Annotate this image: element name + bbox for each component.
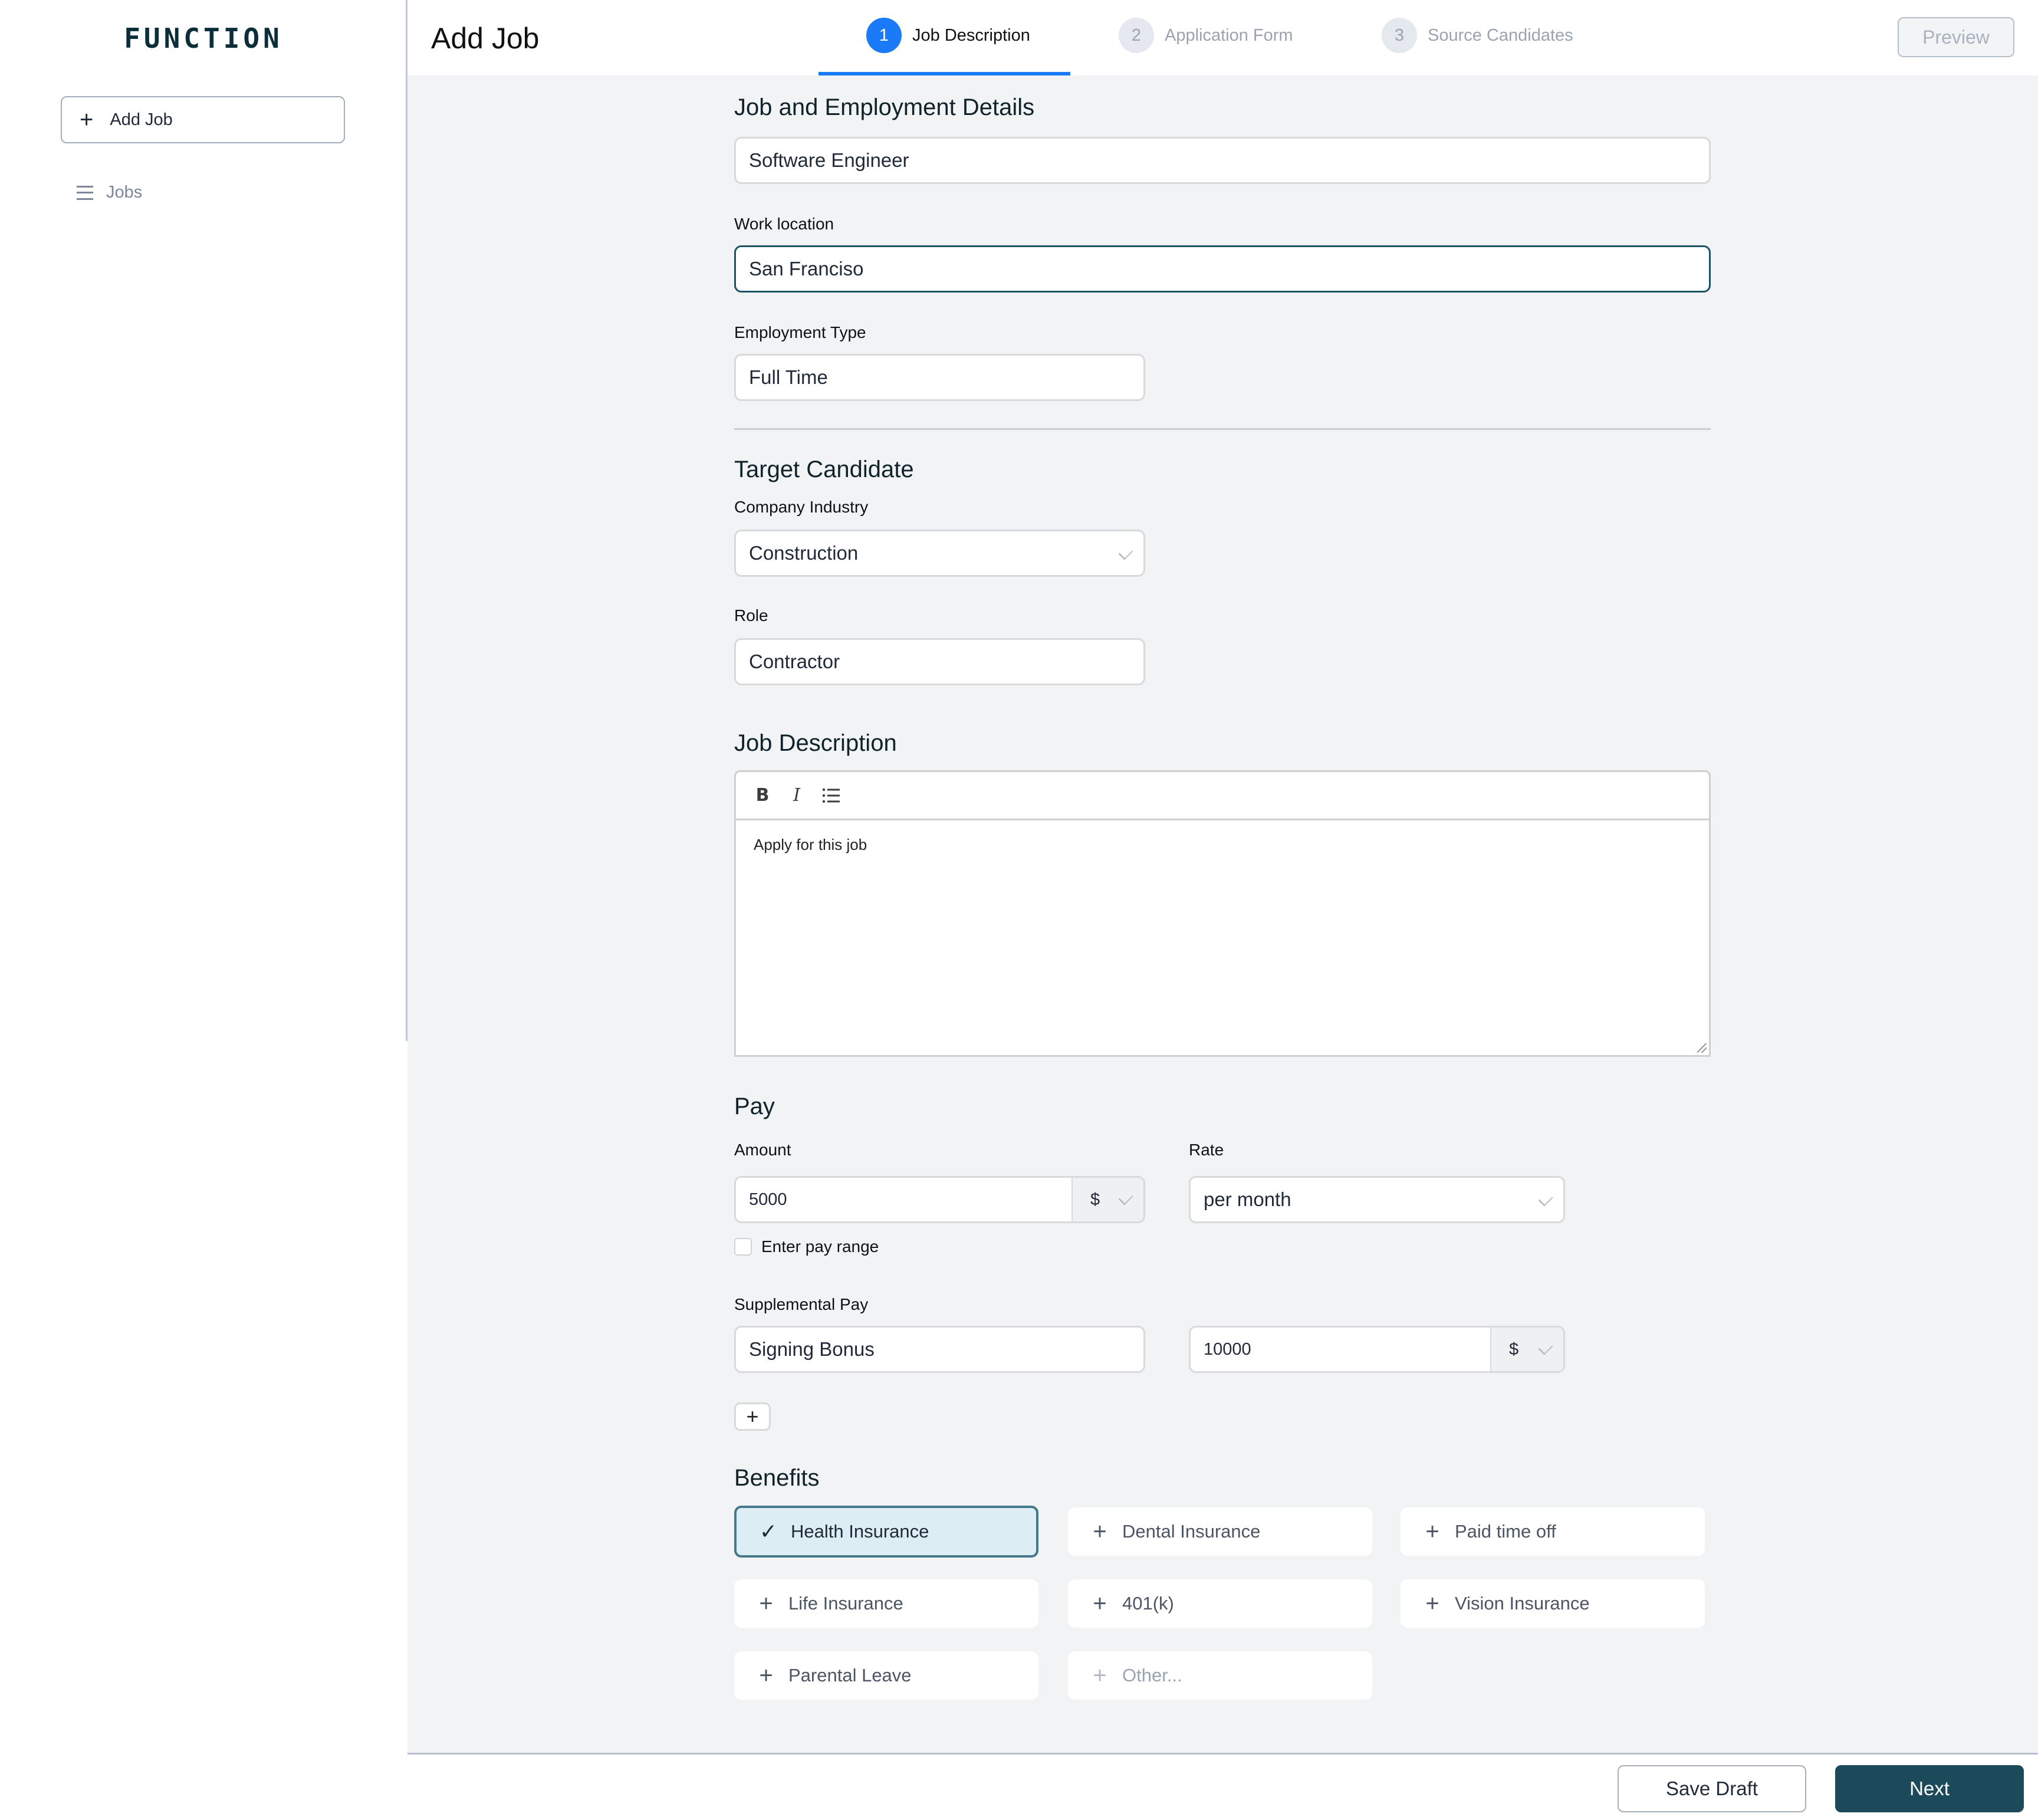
section-title-job-details: Job and Employment Details	[734, 94, 1035, 120]
bullet-list-icon[interactable]	[821, 786, 841, 806]
job-description-textarea[interactable]: Apply for this job	[736, 820, 1709, 1055]
step-label: Source Candidates	[1428, 25, 1573, 45]
benefit-life-insurance[interactable]: + Life Insurance	[734, 1579, 1038, 1628]
company-industry-select[interactable]: Construction	[734, 530, 1145, 577]
plus-icon: +	[1093, 1519, 1107, 1545]
benefit-label: Dental Insurance	[1122, 1521, 1261, 1542]
work-location-label: Work location	[734, 215, 834, 233]
currency-value: $	[1509, 1339, 1519, 1359]
supplemental-amount-input[interactable]: 10000	[1191, 1328, 1490, 1371]
section-title-target-candidate: Target Candidate	[734, 456, 914, 482]
pay-range-checkbox[interactable]	[734, 1238, 752, 1256]
employment-type-label: Employment Type	[734, 323, 866, 341]
benefit-401k[interactable]: + 401(k)	[1068, 1579, 1372, 1628]
add-job-button[interactable]: + Add Job	[61, 96, 345, 143]
add-supplemental-pay-button[interactable]: +	[734, 1402, 771, 1431]
chevron-down-icon	[1538, 1191, 1553, 1207]
header: Add Job 1 Job Description 2 Application …	[407, 0, 2038, 75]
benefit-label: Health Insurance	[791, 1521, 929, 1542]
plus-icon: +	[1425, 1519, 1439, 1545]
step-source-candidates[interactable]: 3 Source Candidates	[1382, 18, 1573, 53]
benefit-label: 401(k)	[1122, 1593, 1174, 1614]
step-number: 1	[866, 18, 902, 53]
benefit-label: Parental Leave	[788, 1665, 912, 1686]
currency-value: $	[1090, 1190, 1100, 1209]
plus-icon: +	[759, 1663, 773, 1688]
benefit-label: Vision Insurance	[1455, 1593, 1590, 1614]
section-title-job-description: Job Description	[734, 730, 897, 756]
bold-icon[interactable]: B	[752, 785, 773, 806]
benefit-label: Paid time off	[1455, 1521, 1556, 1542]
benefit-parental-leave[interactable]: + Parental Leave	[734, 1651, 1038, 1700]
step-label: Job Description	[912, 25, 1030, 45]
hamburger-icon	[77, 185, 93, 200]
plus-icon: +	[1093, 1591, 1107, 1617]
work-location-input[interactable]: San Franciso	[734, 245, 1711, 293]
sidebar-item-label: Jobs	[106, 183, 143, 202]
sidebar: FUNCTION + Add Job Jobs	[0, 0, 407, 1820]
resize-handle[interactable]	[1697, 1043, 1707, 1053]
next-button[interactable]: Next	[1835, 1765, 2024, 1812]
plus-icon: +	[80, 107, 94, 133]
rate-value: per month	[1204, 1188, 1291, 1210]
plus-icon: +	[1425, 1591, 1439, 1617]
chevron-down-icon	[1538, 1340, 1553, 1355]
rate-label: Rate	[1189, 1141, 1224, 1159]
step-label: Application Form	[1165, 25, 1293, 45]
plus-icon: +	[759, 1591, 773, 1617]
chevron-down-icon	[1118, 1190, 1133, 1205]
company-industry-value: Construction	[749, 542, 859, 564]
preview-button[interactable]: Preview	[1898, 17, 2014, 57]
step-job-description[interactable]: 1 Job Description	[866, 18, 1030, 53]
sidebar-item-jobs[interactable]: Jobs	[77, 183, 142, 202]
section-title-benefits: Benefits	[734, 1465, 820, 1491]
step-number: 3	[1382, 18, 1417, 53]
benefit-health-insurance[interactable]: ✓ Health Insurance	[734, 1506, 1038, 1558]
employment-type-input[interactable]: Full Time	[734, 354, 1145, 401]
step-application-form[interactable]: 2 Application Form	[1119, 18, 1293, 53]
benefit-vision-insurance[interactable]: + Vision Insurance	[1401, 1579, 1705, 1628]
currency-select[interactable]: $	[1071, 1178, 1143, 1221]
chevron-down-icon	[1118, 545, 1133, 560]
main-content: Job and Employment Details Software Engi…	[407, 75, 2038, 1753]
supplemental-currency-select[interactable]: $	[1490, 1328, 1563, 1371]
benefit-paid-time-off[interactable]: + Paid time off	[1401, 1507, 1705, 1556]
add-job-label: Add Job	[110, 110, 173, 129]
benefit-other[interactable]: + Other...	[1068, 1651, 1372, 1700]
job-title-input[interactable]: Software Engineer	[734, 137, 1711, 184]
amount-input[interactable]: 5000	[736, 1178, 1071, 1221]
checkmark-icon: ✓	[759, 1519, 778, 1543]
function-logo: FUNCTION	[124, 22, 283, 54]
supplemental-amount-group: 10000 $	[1189, 1326, 1565, 1373]
section-title-pay: Pay	[734, 1093, 775, 1119]
company-industry-label: Company Industry	[734, 498, 869, 516]
italic-icon[interactable]: I	[787, 785, 807, 806]
job-description-text: Apply for this job	[754, 836, 867, 853]
role-label: Role	[734, 606, 768, 625]
supplemental-pay-label: Supplemental Pay	[734, 1295, 869, 1313]
benefit-dental-insurance[interactable]: + Dental Insurance	[1068, 1507, 1372, 1556]
editor-toolbar: B I	[736, 772, 1709, 820]
page-title: Add Job	[431, 22, 540, 55]
save-draft-button[interactable]: Save Draft	[1618, 1765, 1806, 1812]
step-number: 2	[1119, 18, 1154, 53]
footer-bar: Save Draft Next	[407, 1753, 2038, 1820]
job-description-editor: B I Apply for this job	[734, 770, 1711, 1057]
role-input[interactable]: Contractor	[734, 638, 1145, 685]
pay-range-option: Enter pay range	[734, 1237, 879, 1256]
section-divider	[734, 428, 1711, 430]
benefit-label: Other...	[1122, 1665, 1182, 1686]
rate-select[interactable]: per month	[1189, 1176, 1565, 1223]
supplemental-pay-type-input[interactable]: Signing Bonus	[734, 1326, 1145, 1373]
amount-input-group: 5000 $	[734, 1176, 1145, 1223]
amount-label: Amount	[734, 1141, 791, 1159]
plus-icon: +	[746, 1404, 759, 1428]
plus-icon: +	[1093, 1663, 1107, 1688]
benefit-label: Life Insurance	[788, 1593, 903, 1614]
pay-range-label: Enter pay range	[761, 1237, 879, 1256]
